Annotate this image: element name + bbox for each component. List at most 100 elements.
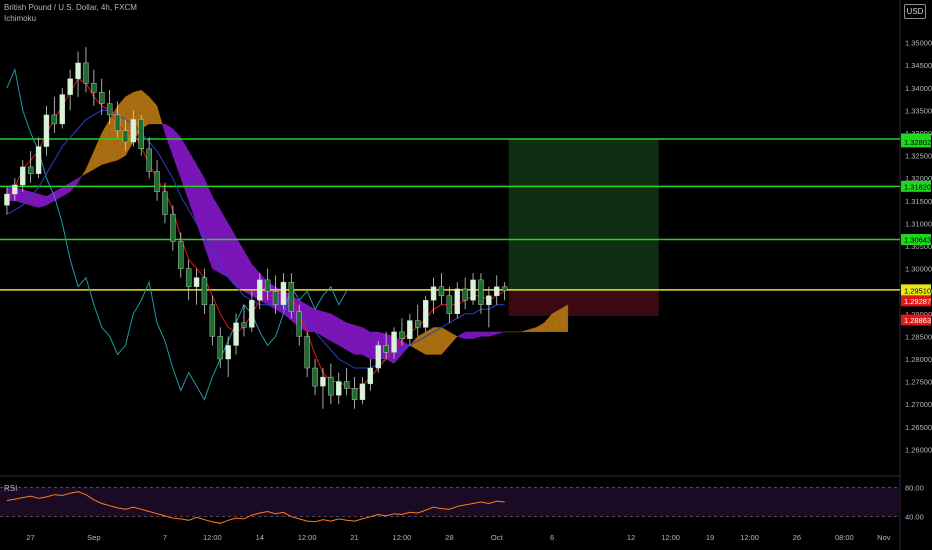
cloud-segment <box>480 331 490 337</box>
cloud-segment <box>162 123 166 134</box>
price-tick-label: 1.34500 <box>905 61 932 70</box>
candle-body <box>67 78 73 95</box>
candle-body <box>162 191 168 215</box>
candle-body <box>343 381 350 389</box>
cloud-segment <box>101 118 110 165</box>
candle-body <box>20 166 26 186</box>
price-tick-label: 1.30000 <box>905 265 932 274</box>
time-tick-label: 12:00 <box>393 533 412 542</box>
candle-body <box>430 286 437 301</box>
cloud-segment <box>465 331 474 339</box>
cloud-segment <box>322 311 332 342</box>
candle-body <box>178 241 184 269</box>
time-tick-label: 14 <box>256 533 264 542</box>
candle-body <box>320 376 326 387</box>
price-tag-label: 1.28863 <box>904 316 931 325</box>
candle-body <box>4 193 10 206</box>
target-zone <box>508 138 659 290</box>
horizontal-levels[interactable] <box>0 138 900 291</box>
candle-body <box>359 383 366 400</box>
price-tick-label: 1.27000 <box>905 400 932 409</box>
price-tick-label: 1.26000 <box>905 445 932 454</box>
price-axis[interactable]: 80.00 40.00 1.35000 1.34500 1.34000 1.33500 1.… <box>901 39 932 522</box>
price-tick-label: 1.26500 <box>905 423 932 432</box>
candle-body <box>138 119 144 150</box>
cloud-segment <box>30 191 39 208</box>
candle-body <box>122 130 129 143</box>
candle-body <box>312 367 318 387</box>
cloud-segment <box>425 327 434 355</box>
candle-body <box>51 114 58 125</box>
stop-zone <box>508 289 659 317</box>
cloud-segment <box>354 324 363 355</box>
price-chart[interactable]: 80.00 40.00 1.35000 1.34500 1.34000 1.33500 1.… <box>0 0 932 550</box>
currency-button[interactable]: USD <box>904 4 926 19</box>
candle-body <box>407 320 413 339</box>
time-tick-label: Oct <box>491 533 504 542</box>
rsi-band <box>0 487 900 517</box>
candle-body <box>241 322 247 328</box>
rsi-tick-label: 40.00 <box>905 513 924 522</box>
cloud-segment <box>172 128 181 179</box>
cloud-segment <box>228 222 237 288</box>
time-axis[interactable]: 27 Sep 7 12:00 14 12:00 21 12:00 28 Oct 6 12 12:00 19… <box>26 533 890 542</box>
cloud-segment <box>496 331 505 335</box>
cloud-segment <box>417 331 426 355</box>
candle-body <box>257 279 263 301</box>
candle-body <box>91 83 97 93</box>
candle-body <box>185 268 192 287</box>
candle-body <box>130 119 137 143</box>
candle-body <box>383 345 389 353</box>
candle-body <box>288 281 295 312</box>
cloud-segment <box>164 123 173 156</box>
rsi-label: RSI <box>4 484 18 493</box>
candle-body <box>375 345 381 369</box>
candle-body <box>367 367 374 385</box>
candle-body <box>209 304 216 337</box>
cloud-segment <box>488 331 497 337</box>
time-tick-label: 08:00 <box>835 533 854 542</box>
cloud-segment <box>81 168 87 177</box>
candle-body <box>193 277 200 287</box>
rsi-tick-label: 80.00 <box>905 483 924 492</box>
candle-body <box>501 286 508 291</box>
cloud-segment <box>456 331 466 339</box>
cloud-segment <box>204 178 213 269</box>
cloud-segment <box>70 177 79 193</box>
candle-body <box>415 320 421 328</box>
candle-body <box>454 288 460 315</box>
price-tag-label: 1.29510 <box>904 287 931 296</box>
cloud-segment <box>77 175 83 184</box>
cloud-segment <box>362 327 371 360</box>
candle-body <box>12 184 18 195</box>
price-tick-label: 1.33500 <box>905 106 932 115</box>
time-tick-label: 21 <box>350 533 358 542</box>
time-tick-label: 19 <box>706 533 714 542</box>
lagging-span-line <box>6 68 348 401</box>
time-tick-label: 6 <box>550 533 554 542</box>
candle-body <box>264 279 271 292</box>
cloud-segment <box>85 151 95 174</box>
candle-body <box>99 92 105 104</box>
time-tick-label: Sep <box>87 533 100 542</box>
cloud-segment <box>235 236 245 292</box>
candle-body <box>83 62 89 84</box>
candle-body <box>59 94 65 125</box>
candle-body <box>462 288 468 301</box>
candle-body <box>304 336 310 369</box>
candle-body <box>27 166 34 174</box>
cloud-segment <box>559 304 569 333</box>
cloud-segment <box>149 96 158 125</box>
price-tick-label: 1.31500 <box>905 197 932 206</box>
candle-body <box>280 281 287 305</box>
cloud-segment <box>314 309 324 337</box>
cloud-segment <box>243 249 252 296</box>
ichimoku-cloud <box>6 89 569 364</box>
candle-body <box>391 331 397 353</box>
grid-lines <box>0 0 901 550</box>
price-tag-label: 1.29287 <box>904 297 931 306</box>
candle-body <box>75 62 81 79</box>
time-tick-label: 12:00 <box>661 533 680 542</box>
cloud-segment <box>520 329 529 333</box>
candle-body <box>201 277 208 305</box>
